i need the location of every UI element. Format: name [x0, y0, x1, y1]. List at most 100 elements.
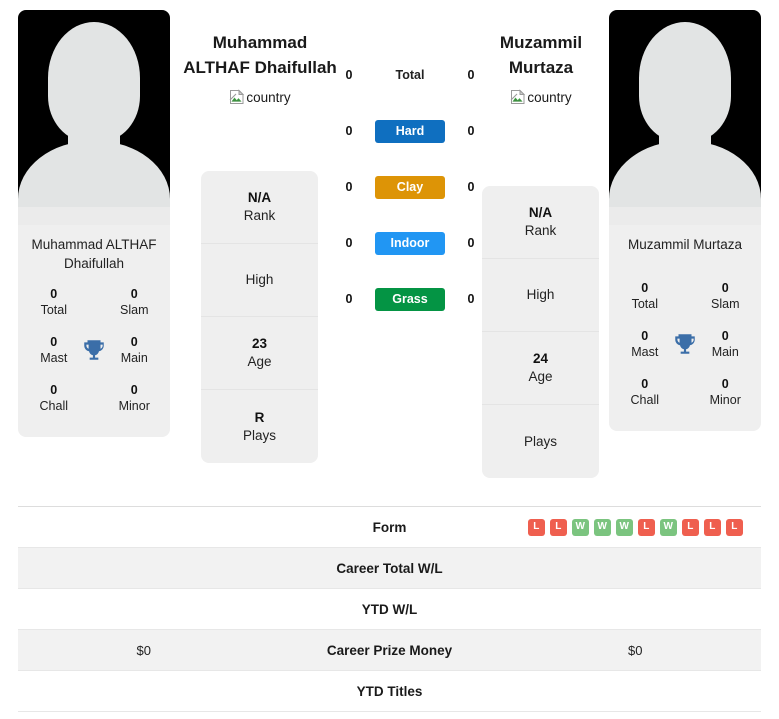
stat-mast-right: 0 Mast [621, 328, 669, 360]
table-row-label: Form [372, 519, 407, 535]
form-badge-l[interactable]: L [725, 518, 743, 536]
info-label-rank-left: Rank [243, 208, 276, 223]
form-badge-l[interactable]: L [527, 518, 545, 536]
player-flag-left: country [180, 88, 340, 106]
player-flag-right: country [461, 88, 621, 106]
player-flag-alt-right: country [527, 89, 572, 105]
stat-minor-value-left: 0 [130, 383, 138, 397]
comparison-header-area: Muhammad ALTHAF Dhaifullah 0 Total 0 Sla… [0, 0, 779, 500]
player-comparison-page: Muhammad ALTHAF Dhaifullah 0 Total 0 Sla… [0, 0, 779, 719]
surface-label-total: Total [395, 68, 425, 82]
stat-total-value-right: 0 [641, 281, 649, 295]
surface-wins-left-hard: 0 [345, 124, 353, 138]
stat-mast-label-right: Mast [631, 345, 659, 359]
player-card-name-right: Muzammil Murtaza [627, 237, 743, 252]
surface-label-clay[interactable]: Clay [375, 175, 445, 199]
info-block-plays-left: R Plays [201, 390, 318, 463]
stat-slam-left: 0 Slam [110, 286, 158, 318]
player-info-column-right: N/A Rank High 24 Age Plays [482, 186, 599, 478]
info-block-high-left: High [201, 244, 318, 317]
form-badge-w[interactable]: W [593, 518, 611, 536]
form-badge-w[interactable]: W [659, 518, 677, 536]
stat-mast-left: 0 Mast [30, 334, 78, 366]
table-row: Form L L W W W L W L L L [18, 507, 761, 548]
trophy-icon-wrap-left [78, 337, 111, 363]
stat-main-right: 0 Main [701, 328, 749, 360]
info-block-plays-right: Plays [482, 405, 599, 478]
player-name-header-right: Muzammil Murtaza country [461, 30, 621, 106]
form-badge-l[interactable]: L [549, 518, 567, 536]
player-name-header-left: Muhammad ALTHAF Dhaifullah country [180, 30, 340, 106]
stat-chall-right: 0 Chall [621, 376, 669, 408]
info-value-age-right: 24 [532, 351, 549, 366]
stat-total-label-right: Total [631, 297, 658, 311]
stat-total-left: 0 Total [30, 286, 78, 318]
player-card-left[interactable]: Muhammad ALTHAF Dhaifullah 0 Total 0 Sla… [18, 10, 170, 437]
stat-minor-label-right: Minor [709, 393, 741, 407]
stat-chall-value-right: 0 [641, 377, 649, 391]
table-row: $0 Career Prize Money $0 [18, 630, 761, 671]
surface-label-indoor[interactable]: Indoor [375, 231, 445, 255]
form-badge-l[interactable]: L [703, 518, 721, 536]
player-flag-alt-left: country [246, 89, 291, 105]
player-avatar-left [18, 10, 170, 225]
info-block-age-right: 24 Age [482, 332, 599, 405]
stat-minor-value-right: 0 [721, 377, 729, 391]
broken-image-icon [229, 89, 245, 104]
info-label-high-left: High [245, 272, 274, 287]
info-block-high-right: High [482, 259, 599, 332]
table-row-label: YTD Titles [356, 683, 423, 699]
info-value-plays-left: R [254, 409, 265, 425]
form-badge-l[interactable]: L [681, 518, 699, 536]
info-label-age-right: Age [528, 369, 553, 384]
stat-minor-label-left: Minor [118, 399, 150, 413]
avatar-ear-left-shape [56, 82, 70, 112]
surface-row-hard: 0 Hard 0 [340, 118, 480, 144]
titles-row-mast-main-left: 0 Mast 0 Main [24, 327, 164, 375]
stat-total-value-left: 0 [50, 287, 58, 301]
stat-chall-left: 0 Chall [30, 382, 78, 414]
info-value-rank-left: N/A [247, 190, 272, 205]
form-badge-w[interactable]: W [571, 518, 589, 536]
stat-slam-label-left: Slam [120, 303, 149, 317]
stat-mast-value-right: 0 [641, 329, 649, 343]
form-badge-w[interactable]: W [615, 518, 633, 536]
avatar-bottom-fade [18, 207, 170, 225]
surface-row-total: 0 Total 0 [340, 62, 480, 88]
player-name-line1-right: Muzammil [499, 33, 583, 52]
stat-mast-value-left: 0 [50, 335, 58, 349]
stat-chall-label-right: Chall [630, 393, 660, 407]
avatar-ear-left-shape [647, 82, 661, 112]
titles-row-total-slam-left: 0 Total 0 Slam [24, 279, 164, 327]
stat-mast-label-left: Mast [40, 351, 68, 365]
info-value-age-left: 23 [251, 336, 268, 351]
player-avatar-right [609, 10, 761, 225]
stat-chall-value-left: 0 [50, 383, 58, 397]
table-row: YTD W/L [18, 589, 761, 630]
surface-wins-right-indoor: 0 [467, 236, 475, 250]
avatar-ear-right-shape [709, 82, 723, 112]
stat-main-label-right: Main [711, 345, 739, 359]
player-card-right[interactable]: Muzammil Murtaza 0 Total 0 Slam 0 Mast 0… [609, 10, 761, 431]
surface-wins-right-clay: 0 [467, 180, 475, 194]
info-block-rank-right: N/A Rank [482, 186, 599, 259]
stat-total-right: 0 Total [621, 280, 669, 312]
stat-chall-label-left: Chall [39, 399, 69, 413]
form-badge-l[interactable]: L [637, 518, 655, 536]
surface-label-hard[interactable]: Hard [375, 119, 445, 143]
surface-label-grass[interactable]: Grass [375, 287, 445, 311]
player-name-line2-right: Murtaza [508, 58, 574, 77]
stat-slam-value-right: 0 [721, 281, 729, 295]
surface-wins-panel: 0 Total 0 0 Hard 0 0 Clay 0 0 Indoor 0 0 Grass 0 [340, 62, 480, 342]
info-label-rank-right: Rank [524, 223, 557, 238]
player-titles-left: 0 Total 0 Slam 0 Mast 0 Main 0 Chall 0 M… [18, 279, 170, 437]
stat-slam-value-left: 0 [130, 287, 138, 301]
stat-main-value-right: 0 [721, 329, 729, 343]
stat-minor-left: 0 Minor [110, 382, 158, 414]
titles-row-chall-minor-left: 0 Chall 0 Minor [24, 375, 164, 423]
player-info-column-left: N/A Rank High 23 Age R Plays [201, 171, 318, 463]
surface-wins-left-clay: 0 [345, 180, 353, 194]
stat-main-label-left: Main [120, 351, 148, 365]
broken-image-icon [510, 89, 526, 104]
surface-wins-right-grass: 0 [467, 292, 475, 306]
